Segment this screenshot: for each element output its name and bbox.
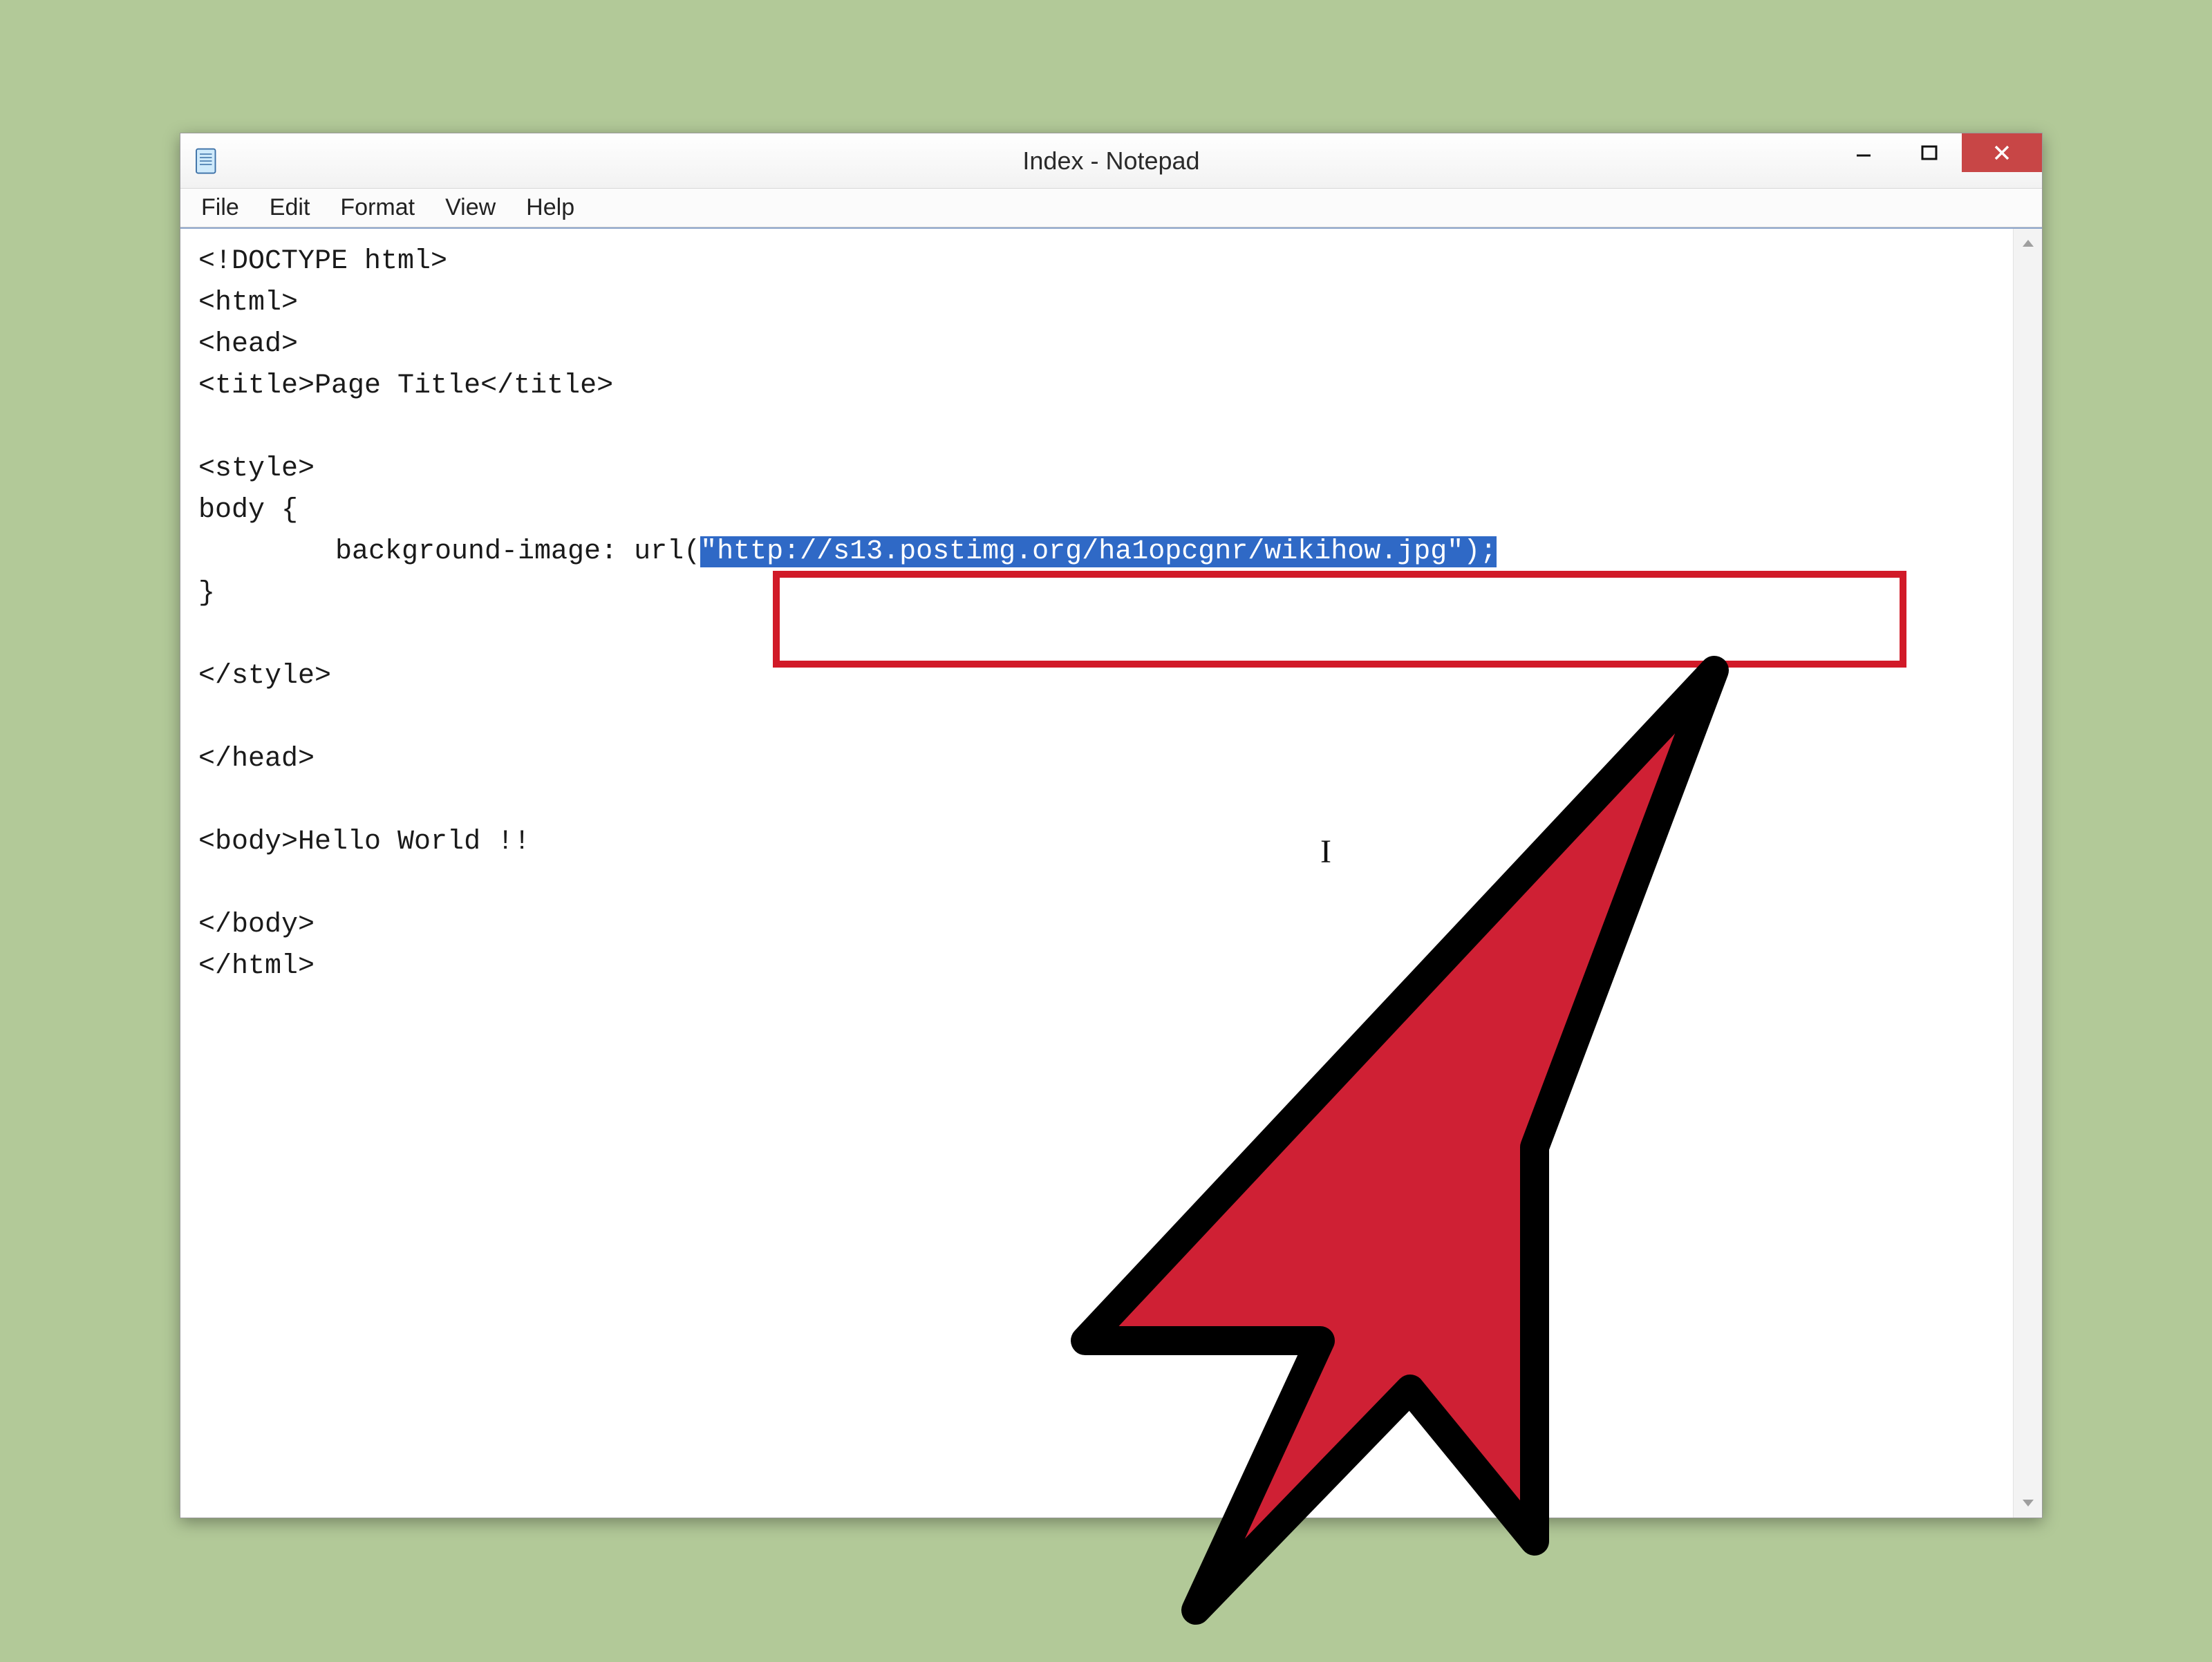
- menu-view[interactable]: View: [433, 191, 508, 224]
- menu-edit[interactable]: Edit: [257, 191, 323, 224]
- menu-format[interactable]: Format: [328, 191, 427, 224]
- menu-bar: File Edit Format View Help: [180, 189, 2042, 227]
- vertical-scrollbar[interactable]: [2013, 229, 2042, 1518]
- code-line: <style>: [198, 453, 315, 484]
- title-bar: Index - Notepad: [180, 133, 2042, 189]
- code-line: <title>Page Title</title>: [198, 370, 613, 402]
- code-line: <body>Hello World !!: [198, 827, 530, 858]
- code-line: <head>: [198, 329, 298, 360]
- menu-help[interactable]: Help: [514, 191, 587, 224]
- code-line: </style>: [198, 661, 331, 692]
- scroll-down-icon[interactable]: [2014, 1489, 2042, 1518]
- code-line: </head>: [198, 744, 315, 775]
- close-button[interactable]: [1962, 133, 2042, 172]
- code-line-prefix: background-image: url(: [335, 536, 700, 567]
- code-line: </body>: [198, 909, 315, 941]
- selected-text: "http://s13.postimg.org/ha1opcgnr/wikiho…: [700, 536, 1497, 567]
- scroll-up-icon[interactable]: [2014, 229, 2042, 258]
- code-line: <!DOCTYPE html>: [198, 246, 447, 277]
- minimize-button[interactable]: [1830, 133, 1896, 172]
- maximize-button[interactable]: [1896, 133, 1962, 172]
- code-line: }: [198, 578, 215, 609]
- code-line: <html>: [198, 287, 298, 319]
- notepad-window: Index - Notepad File Edit Format View He…: [180, 133, 2043, 1518]
- window-controls: [1830, 133, 2042, 172]
- editor-area: <!DOCTYPE html> <html> <head> <title>Pag…: [180, 227, 2042, 1518]
- notepad-app-icon: [193, 147, 221, 175]
- code-line: body {: [198, 495, 298, 526]
- window-title: Index - Notepad: [180, 147, 2042, 176]
- code-line: </html>: [198, 951, 315, 982]
- menu-file[interactable]: File: [189, 191, 252, 224]
- text-content[interactable]: <!DOCTYPE html> <html> <head> <title>Pag…: [180, 229, 2013, 1518]
